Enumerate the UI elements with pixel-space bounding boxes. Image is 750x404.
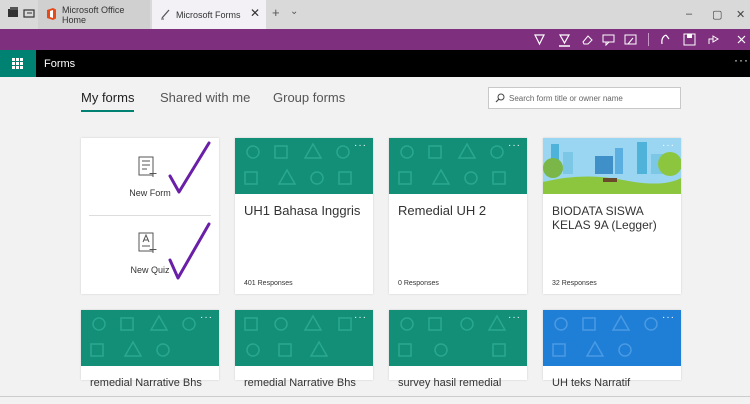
new-tab-icon[interactable]: +	[272, 5, 280, 20]
card-more-icon[interactable]: ···	[662, 312, 675, 323]
clip-icon[interactable]	[623, 32, 638, 47]
pattern-decoration	[244, 142, 352, 185]
new-form-card: New Form New Quiz	[81, 138, 219, 294]
form-card[interactable]: ··· Remedial UH 2 0 Responses	[389, 138, 527, 294]
form-card[interactable]: ··· BIODATA SISWA KELAS 9A (Legger) 32 R…	[543, 138, 681, 294]
chevron-down-icon[interactable]: ⌄	[290, 6, 298, 17]
checkmark-annotation	[168, 141, 211, 194]
search-box[interactable]	[488, 87, 681, 109]
response-count: 401 Responses	[244, 280, 293, 287]
form-card[interactable]: ··· survey hasil remedial	[389, 310, 527, 389]
form-icon	[138, 156, 157, 177]
more-options-icon[interactable]: ···	[734, 53, 749, 67]
tab-manager-icon[interactable]	[6, 6, 20, 20]
checkmark-annotation	[168, 222, 211, 280]
pattern-decoration	[398, 314, 507, 357]
tab-my-forms[interactable]: My forms	[81, 90, 134, 105]
toolbar-divider	[648, 33, 649, 46]
ink-toolbar	[0, 29, 750, 50]
waffle-icon	[12, 58, 23, 69]
highlighter-icon[interactable]	[557, 32, 572, 47]
form-title: remedial Narrative Bhs	[244, 377, 356, 389]
back-tabs-icon[interactable]	[22, 6, 36, 20]
exit-ink-icon[interactable]	[734, 32, 749, 47]
response-count: 32 Responses	[552, 280, 597, 287]
card-more-icon[interactable]: ···	[508, 140, 521, 151]
form-card[interactable]: ··· UH1 Bahasa Inggris 401 Responses	[235, 138, 373, 294]
pattern-decoration	[244, 314, 352, 357]
new-quiz-button[interactable]: New Quiz	[81, 216, 219, 294]
pattern-decoration	[398, 142, 506, 185]
card-header-image: ···	[543, 138, 681, 194]
browser-tab-strip: Microsoft Office Home Microsoft Forms ✕ …	[0, 0, 750, 29]
card-more-icon[interactable]: ···	[354, 312, 367, 323]
tab-shared-with-me[interactable]: Shared with me	[160, 90, 250, 105]
card-header: ···	[543, 310, 681, 366]
save-icon[interactable]	[682, 32, 697, 47]
app-title[interactable]: Forms	[44, 58, 75, 70]
search-icon	[495, 93, 505, 103]
minimize-icon[interactable]: –	[686, 8, 692, 20]
tab-microsoft-forms[interactable]: Microsoft Forms	[152, 0, 266, 29]
card-header: ···	[389, 310, 527, 366]
new-form-button[interactable]: New Form	[81, 138, 219, 216]
pen-icon[interactable]	[532, 32, 547, 47]
card-more-icon[interactable]: ···	[354, 140, 367, 151]
tab-group-forms[interactable]: Group forms	[273, 90, 345, 105]
selected-tab-indicator	[81, 110, 134, 112]
tab-label: Microsoft Office Home	[62, 4, 125, 25]
form-title: Remedial UH 2	[398, 203, 487, 218]
page-bottom-edge	[0, 396, 750, 404]
form-card[interactable]: ··· remedial Narrative Bhs	[81, 310, 219, 389]
response-count: 0 Responses	[398, 280, 439, 287]
close-tab-icon[interactable]: ✕	[250, 6, 260, 20]
office-icon	[47, 8, 56, 20]
eraser-icon[interactable]	[580, 32, 595, 47]
form-card[interactable]: ··· remedial Narrative Bhs	[235, 310, 373, 389]
card-more-icon[interactable]: ···	[200, 312, 213, 323]
tab-office-home[interactable]: Microsoft Office Home	[38, 0, 150, 29]
card-more-icon[interactable]: ···	[508, 312, 521, 323]
tab-label: Microsoft Forms	[176, 9, 241, 20]
form-title: UH1 Bahasa Inggris	[244, 203, 361, 218]
app-header: Forms ···	[0, 50, 750, 77]
comment-icon[interactable]	[601, 32, 616, 47]
app-launcher-button[interactable]	[0, 50, 36, 77]
card-header: ···	[235, 310, 373, 366]
forms-pen-icon	[161, 9, 170, 20]
form-title: survey hasil remedial	[398, 377, 502, 389]
form-title: remedial Narrative Bhs	[90, 377, 202, 389]
card-header: ···	[235, 138, 373, 194]
form-title: BIODATA SISWA KELAS 9A (Legger)	[552, 204, 657, 232]
touch-write-icon[interactable]	[658, 32, 673, 47]
card-more-icon[interactable]: ···	[662, 140, 675, 151]
pattern-decoration	[552, 314, 658, 357]
card-header: ···	[389, 138, 527, 194]
maximize-icon[interactable]: ▢	[712, 8, 722, 21]
pattern-decoration	[90, 314, 196, 357]
form-card[interactable]: ··· UH teks Narratif	[543, 310, 681, 389]
city-park-image	[543, 138, 681, 194]
close-window-icon[interactable]: ✕	[736, 8, 745, 21]
search-input[interactable]	[509, 90, 677, 106]
card-header: ···	[81, 310, 219, 366]
share-icon[interactable]	[706, 32, 721, 47]
form-title: UH teks Narratif	[552, 377, 631, 389]
quiz-icon	[138, 232, 157, 253]
